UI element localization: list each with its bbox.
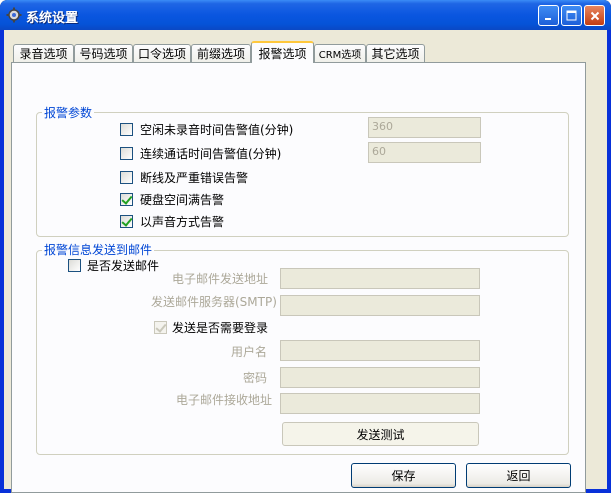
back-button[interactable]: 返回 bbox=[466, 463, 571, 488]
title-bar[interactable]: 系统设置 bbox=[0, 0, 611, 30]
recipient-address-input[interactable] bbox=[280, 393, 480, 414]
send-email-checkbox[interactable] bbox=[68, 259, 81, 272]
username-label: 用户名 bbox=[231, 345, 268, 359]
disk-full-alarm-checkbox[interactable] bbox=[120, 193, 133, 206]
tab-recording[interactable]: 录音选项 bbox=[13, 44, 74, 62]
alarm-params-group bbox=[36, 112, 569, 237]
close-button[interactable] bbox=[584, 5, 605, 26]
send-email-label: 是否发送邮件 bbox=[87, 259, 160, 273]
maximize-icon bbox=[566, 10, 577, 21]
need-login-label: 发送是否需要登录 bbox=[172, 321, 269, 335]
tab-label: 号码选项 bbox=[79, 47, 128, 61]
idle-alarm-checkbox[interactable] bbox=[120, 123, 133, 136]
settings-window: 系统设置 录音选项 号码选项 口令选项 前缀选项 报警选项 CRM选项 其它选项… bbox=[0, 0, 611, 493]
tab-label: 其它选项 bbox=[371, 47, 420, 61]
idle-alarm-input[interactable]: 360 bbox=[368, 117, 481, 138]
maximize-button[interactable] bbox=[561, 5, 582, 26]
save-button[interactable]: 保存 bbox=[351, 463, 456, 488]
password-input[interactable] bbox=[280, 367, 480, 388]
alarm-options-panel: 报警参数 空闲未录音时间告警值(分钟) 360 连续通话时间告警值(分钟) 60… bbox=[11, 62, 586, 493]
tab-label: 口令选项 bbox=[137, 47, 186, 61]
minimize-icon bbox=[544, 17, 551, 20]
alarm-params-title: 报警参数 bbox=[42, 104, 95, 121]
tab-number[interactable]: 号码选项 bbox=[74, 44, 133, 62]
window-border-right bbox=[607, 30, 611, 493]
tab-password[interactable]: 口令选项 bbox=[133, 44, 191, 62]
tab-label: 报警选项 bbox=[258, 46, 307, 61]
password-label: 密码 bbox=[243, 371, 268, 385]
call-alarm-checkbox[interactable] bbox=[120, 147, 133, 160]
window-title: 系统设置 bbox=[26, 11, 79, 26]
tab-label: 前缀选项 bbox=[196, 47, 245, 61]
gear-app-icon bbox=[6, 7, 22, 23]
call-alarm-label: 连续通话时间告警值(分钟) bbox=[140, 147, 282, 161]
idle-alarm-label: 空闲未录音时间告警值(分钟) bbox=[140, 123, 294, 137]
tab-crm[interactable]: CRM选项 bbox=[314, 44, 366, 62]
tab-label: 录音选项 bbox=[19, 47, 68, 61]
need-login-checkbox[interactable] bbox=[154, 321, 167, 334]
sound-alarm-label: 以声音方式告警 bbox=[140, 215, 225, 229]
tab-other[interactable]: 其它选项 bbox=[366, 44, 425, 62]
sender-address-label: 电子邮件发送地址 bbox=[172, 272, 269, 286]
recipient-address-label: 电子邮件接收地址 bbox=[176, 393, 273, 407]
minimize-button[interactable] bbox=[538, 5, 559, 26]
send-test-button[interactable]: 发送测试 bbox=[282, 422, 479, 446]
tab-label: CRM选项 bbox=[318, 50, 362, 61]
tab-alarm[interactable]: 报警选项 bbox=[251, 41, 314, 63]
smtp-server-label: 发送邮件服务器(SMTP) bbox=[151, 295, 277, 309]
disconnect-alarm-checkbox[interactable] bbox=[120, 171, 133, 184]
tab-prefix[interactable]: 前缀选项 bbox=[191, 44, 251, 62]
window-client-area: 录音选项 号码选项 口令选项 前缀选项 报警选项 CRM选项 其它选项 报警参数… bbox=[4, 30, 607, 493]
smtp-server-input[interactable] bbox=[280, 295, 480, 316]
disconnect-alarm-label: 断线及严重错误告警 bbox=[140, 171, 249, 185]
call-alarm-input[interactable]: 60 bbox=[368, 142, 481, 163]
sender-address-input[interactable] bbox=[280, 268, 480, 289]
disk-full-alarm-label: 硬盘空间满告警 bbox=[140, 193, 225, 207]
close-icon bbox=[590, 11, 599, 20]
username-input[interactable] bbox=[280, 340, 480, 361]
email-group-title: 报警信息发送到邮件 bbox=[42, 241, 155, 258]
sound-alarm-checkbox[interactable] bbox=[120, 215, 133, 228]
